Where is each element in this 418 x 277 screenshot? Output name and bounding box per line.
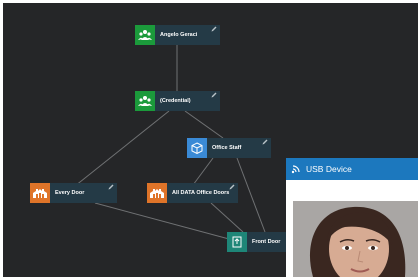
building-icon: [147, 183, 167, 203]
node-credential[interactable]: (Credential): [135, 91, 220, 111]
edge-office-staff-all-data: [192, 157, 214, 186]
group-icon: [135, 91, 155, 111]
pencil-icon[interactable]: [211, 26, 217, 32]
edge-credential-office-staff: [184, 110, 224, 139]
camera-preview-image: [293, 201, 418, 277]
pencil-icon[interactable]: [108, 184, 114, 190]
node-front-door[interactable]: Front Door: [227, 232, 289, 252]
pencil-icon[interactable]: [229, 184, 235, 190]
pencil-icon[interactable]: [262, 139, 268, 145]
package-icon: [187, 138, 207, 158]
node-label: (Credential): [160, 98, 191, 104]
group-icon: [135, 25, 155, 45]
node-angelo-geraci[interactable]: Angelo Geraci: [135, 25, 220, 45]
node-label: All DATA Office Doors: [172, 190, 230, 196]
usb-device-window[interactable]: USB Device: [286, 158, 418, 277]
node-office-staff[interactable]: Office Staff: [187, 138, 271, 158]
edge-credential-every-door: [74, 110, 170, 187]
node-label: Angelo Geraci: [160, 32, 198, 38]
node-label: Every Door: [55, 190, 85, 196]
edge-every-door-front-door: [94, 202, 230, 240]
edge-all-data-front-door: [210, 202, 244, 233]
node-all-data-office-doors[interactable]: All DATA Office Doors: [147, 183, 238, 203]
node-every-door[interactable]: Every Door: [30, 183, 117, 203]
window-titlebar[interactable]: USB Device: [286, 158, 418, 180]
window-title: USB Device: [306, 164, 352, 174]
node-label: Front Door: [252, 239, 281, 245]
pencil-icon[interactable]: [211, 92, 217, 98]
door-icon: [227, 232, 247, 252]
edge-office-staff-front-door: [236, 157, 266, 233]
wireless-signal-icon: [286, 163, 302, 175]
building-icon: [30, 183, 50, 203]
node-label: Office Staff: [212, 145, 242, 151]
